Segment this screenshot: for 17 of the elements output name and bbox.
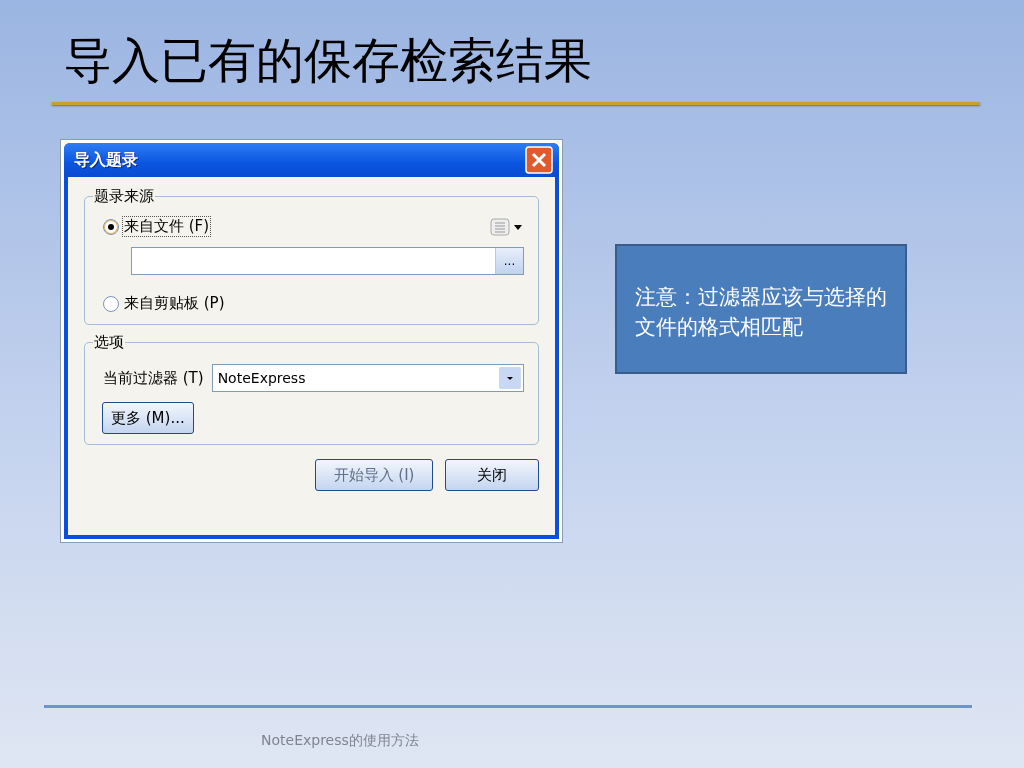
note-callout: 注意：过滤器应该与选择的文件的格式相匹配 [615, 244, 907, 374]
group-label: 选项 [93, 333, 125, 352]
group-label: 题录来源 [93, 187, 155, 206]
close-icon[interactable] [525, 146, 553, 174]
file-path-field[interactable]: ... [131, 247, 524, 275]
radio-button[interactable] [103, 295, 119, 312]
slide-title: 导入已有的保存检索结果 [64, 31, 593, 90]
list-menu-icon[interactable] [490, 217, 524, 236]
radio-label[interactable]: 来自剪贴板 (P) [122, 293, 227, 314]
window-title: 导入题录 [74, 149, 138, 171]
filter-dropdown[interactable]: NoteExpress [211, 364, 524, 392]
radio-label[interactable]: 来自文件 (F) [122, 216, 212, 237]
more-button[interactable]: 更多 (M)... [102, 402, 194, 434]
filter-label: 当前过滤器 (T) [103, 368, 204, 388]
dialog-button[interactable]: 关闭 [445, 459, 539, 491]
footer-text: NoteExpress的使用方法 [261, 731, 420, 750]
browse-button[interactable]: ... [495, 248, 523, 274]
